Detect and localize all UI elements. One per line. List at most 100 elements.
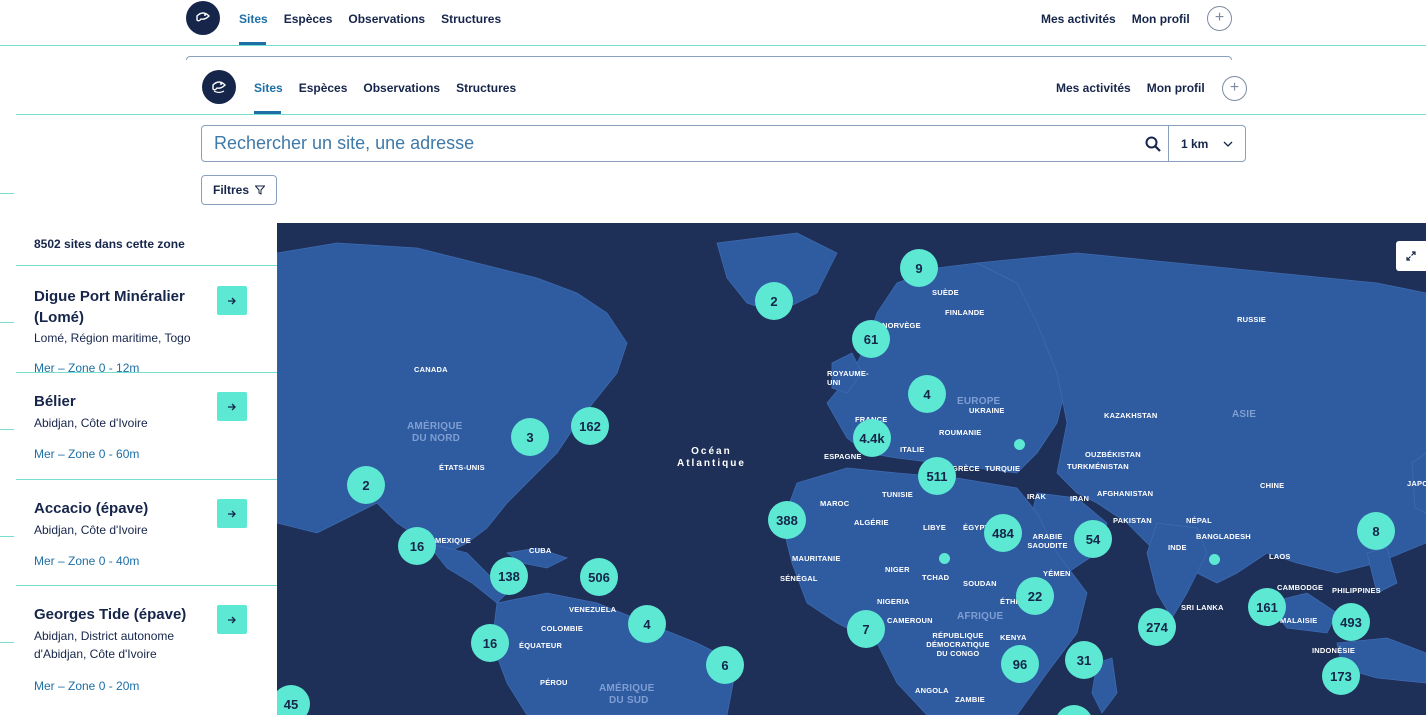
cluster-marker[interactable]: 16	[398, 527, 436, 565]
site-address: Abidjan, Côte d'Ivoire	[34, 416, 148, 430]
cluster-marker[interactable]: 173	[1322, 657, 1360, 695]
cluster-marker[interactable]: 161	[1248, 588, 1286, 626]
ghost-tab-especes[interactable]: Espèces	[284, 12, 333, 26]
country-label: IRAN	[1070, 494, 1090, 503]
site-marker[interactable]	[1014, 439, 1025, 450]
site-list-panel: 8502 sites dans cette zone Digue Port Mi…	[16, 223, 277, 715]
cluster-marker[interactable]: 511	[918, 457, 956, 495]
cluster-marker[interactable]: 4.4k	[853, 419, 891, 457]
site-title: Digue Port Minéralier (Lomé)	[34, 288, 185, 326]
country-label: PÉROU	[540, 678, 568, 687]
main-nav: Sites Espèces Observations Structures	[254, 81, 516, 95]
ghost-tab-sites[interactable]: Sites	[239, 12, 268, 26]
ghost-tab-observations[interactable]: Observations	[348, 12, 425, 26]
background-divider	[0, 429, 14, 430]
cluster-marker[interactable]: 31	[1065, 641, 1103, 679]
ghost-tab-structures[interactable]: Structures	[441, 12, 501, 26]
search-button[interactable]	[1137, 126, 1169, 161]
site-zone: Mer – Zone 0 - 20m	[34, 679, 140, 693]
cluster-marker[interactable]: 22	[1016, 577, 1054, 615]
cluster-marker[interactable]: 484	[984, 514, 1022, 552]
cluster-marker[interactable]: 493	[1332, 603, 1370, 641]
country-label: NIGERIA	[877, 597, 910, 606]
arrow-right-icon	[228, 403, 236, 410]
country-label: MAROC	[820, 499, 850, 508]
app-logo[interactable]	[186, 1, 220, 35]
cluster-marker[interactable]: 4	[628, 605, 666, 643]
site-marker[interactable]	[939, 553, 950, 564]
tab-structures[interactable]: Structures	[456, 81, 516, 95]
ghost-my-activities-link[interactable]: Mes activités	[1041, 12, 1116, 26]
chevron-down-icon	[1223, 141, 1233, 147]
fullscreen-button[interactable]	[1396, 241, 1426, 271]
region-label: AMÉRIQUE	[599, 683, 655, 694]
cluster-marker[interactable]: 2	[347, 466, 385, 504]
open-site-button[interactable]	[217, 605, 247, 634]
cluster-marker[interactable]: 54	[1074, 520, 1112, 558]
country-label: KENYA	[1000, 633, 1027, 642]
country-label: GRÈCE	[952, 464, 980, 473]
ocean-label-line1: Océan	[691, 446, 732, 457]
country-label: ANGOLA	[915, 686, 949, 695]
app-logo[interactable]	[202, 70, 236, 104]
site-card[interactable]: Georges Tide (épave) Abidjan, District a…	[16, 586, 277, 715]
site-card[interactable]: Digue Port Minéralier (Lomé) Lomé, Régio…	[16, 266, 277, 375]
country-label: NORVÈGE	[882, 321, 921, 330]
my-activities-link[interactable]: Mes activités	[1056, 81, 1131, 95]
site-zone: Mer – Zone 0 - 40m	[34, 554, 140, 568]
tab-sites[interactable]: Sites	[254, 81, 283, 95]
country-label: TURKMÉNISTAN	[1067, 462, 1129, 471]
tab-especes[interactable]: Espèces	[299, 81, 348, 95]
background-divider	[0, 536, 14, 537]
cluster-marker[interactable]: 9	[900, 249, 938, 287]
ghost-add-button[interactable]: +	[1207, 6, 1232, 31]
open-site-button[interactable]	[217, 499, 247, 528]
expand-icon	[1406, 251, 1416, 261]
country-label: YÉMEN	[1043, 569, 1071, 578]
cluster-marker[interactable]: 61	[852, 320, 890, 358]
radius-select[interactable]: 1 km	[1169, 126, 1245, 161]
cluster-marker[interactable]: 2	[755, 282, 793, 320]
cluster-marker[interactable]: 138	[490, 557, 528, 595]
cluster-marker[interactable]: 274	[1138, 608, 1176, 646]
site-card[interactable]: Bélier Abidjan, Côte d'Ivoire Mer – Zone…	[16, 373, 277, 480]
cluster-marker[interactable]: 96	[1001, 645, 1039, 683]
open-site-button[interactable]	[217, 392, 247, 421]
region-label: DU NORD	[412, 433, 461, 444]
ghost-my-profile-link[interactable]: Mon profil	[1132, 12, 1190, 26]
cluster-marker[interactable]: 6	[706, 646, 744, 684]
site-card[interactable]: Accacio (épave) Abidjan, Côte d'Ivoire M…	[16, 480, 277, 586]
filters-button[interactable]: Filtres	[201, 175, 277, 205]
background-divider	[0, 642, 14, 643]
open-site-button[interactable]	[217, 286, 247, 315]
region-label: DU SUD	[609, 695, 649, 706]
tab-observations[interactable]: Observations	[363, 81, 440, 95]
add-button[interactable]: +	[1222, 76, 1247, 101]
country-label: SUÈDE	[932, 288, 959, 297]
user-menu: Mes activités Mon profil	[1056, 81, 1205, 95]
country-label: ALGÉRIE	[854, 518, 889, 527]
cluster-marker[interactable]: 7	[847, 610, 885, 648]
ocean-label-line2: Atlantique	[677, 458, 746, 469]
cluster-marker[interactable]: 16	[471, 624, 509, 662]
cluster-marker[interactable]: 388	[768, 501, 806, 539]
country-label: MALAISIE	[1280, 616, 1318, 625]
cluster-marker[interactable]: 506	[580, 558, 618, 596]
search-input[interactable]	[202, 126, 1137, 161]
world-map[interactable]: AMÉRIQUE DU NORD AMÉRIQUE DU SUD AFRIQUE…	[277, 223, 1426, 715]
cluster-marker[interactable]: 3	[511, 418, 549, 456]
ocean-label: Océan Atlantique	[677, 446, 746, 470]
site-zone: Mer – Zone 0 - 60m	[34, 447, 140, 461]
cluster-marker[interactable]: 8	[1357, 512, 1395, 550]
country-label: RÉPUBLIQUE DÉMOCRATIQUE DU CONGO	[926, 631, 990, 658]
cluster-marker[interactable]: 162	[571, 407, 609, 445]
site-title: Accacio (épave)	[34, 500, 149, 517]
country-label: VENEZUELA	[569, 605, 617, 614]
main-window: Sites Espèces Observations Structures Me…	[16, 60, 1426, 715]
country-label: TUNISIE	[882, 490, 913, 499]
region-label: ASIE	[1232, 409, 1257, 420]
my-profile-link[interactable]: Mon profil	[1147, 81, 1205, 95]
cluster-marker[interactable]: 4	[908, 375, 946, 413]
site-marker[interactable]	[1209, 554, 1220, 565]
country-label: OUZBÉKISTAN	[1085, 450, 1141, 459]
